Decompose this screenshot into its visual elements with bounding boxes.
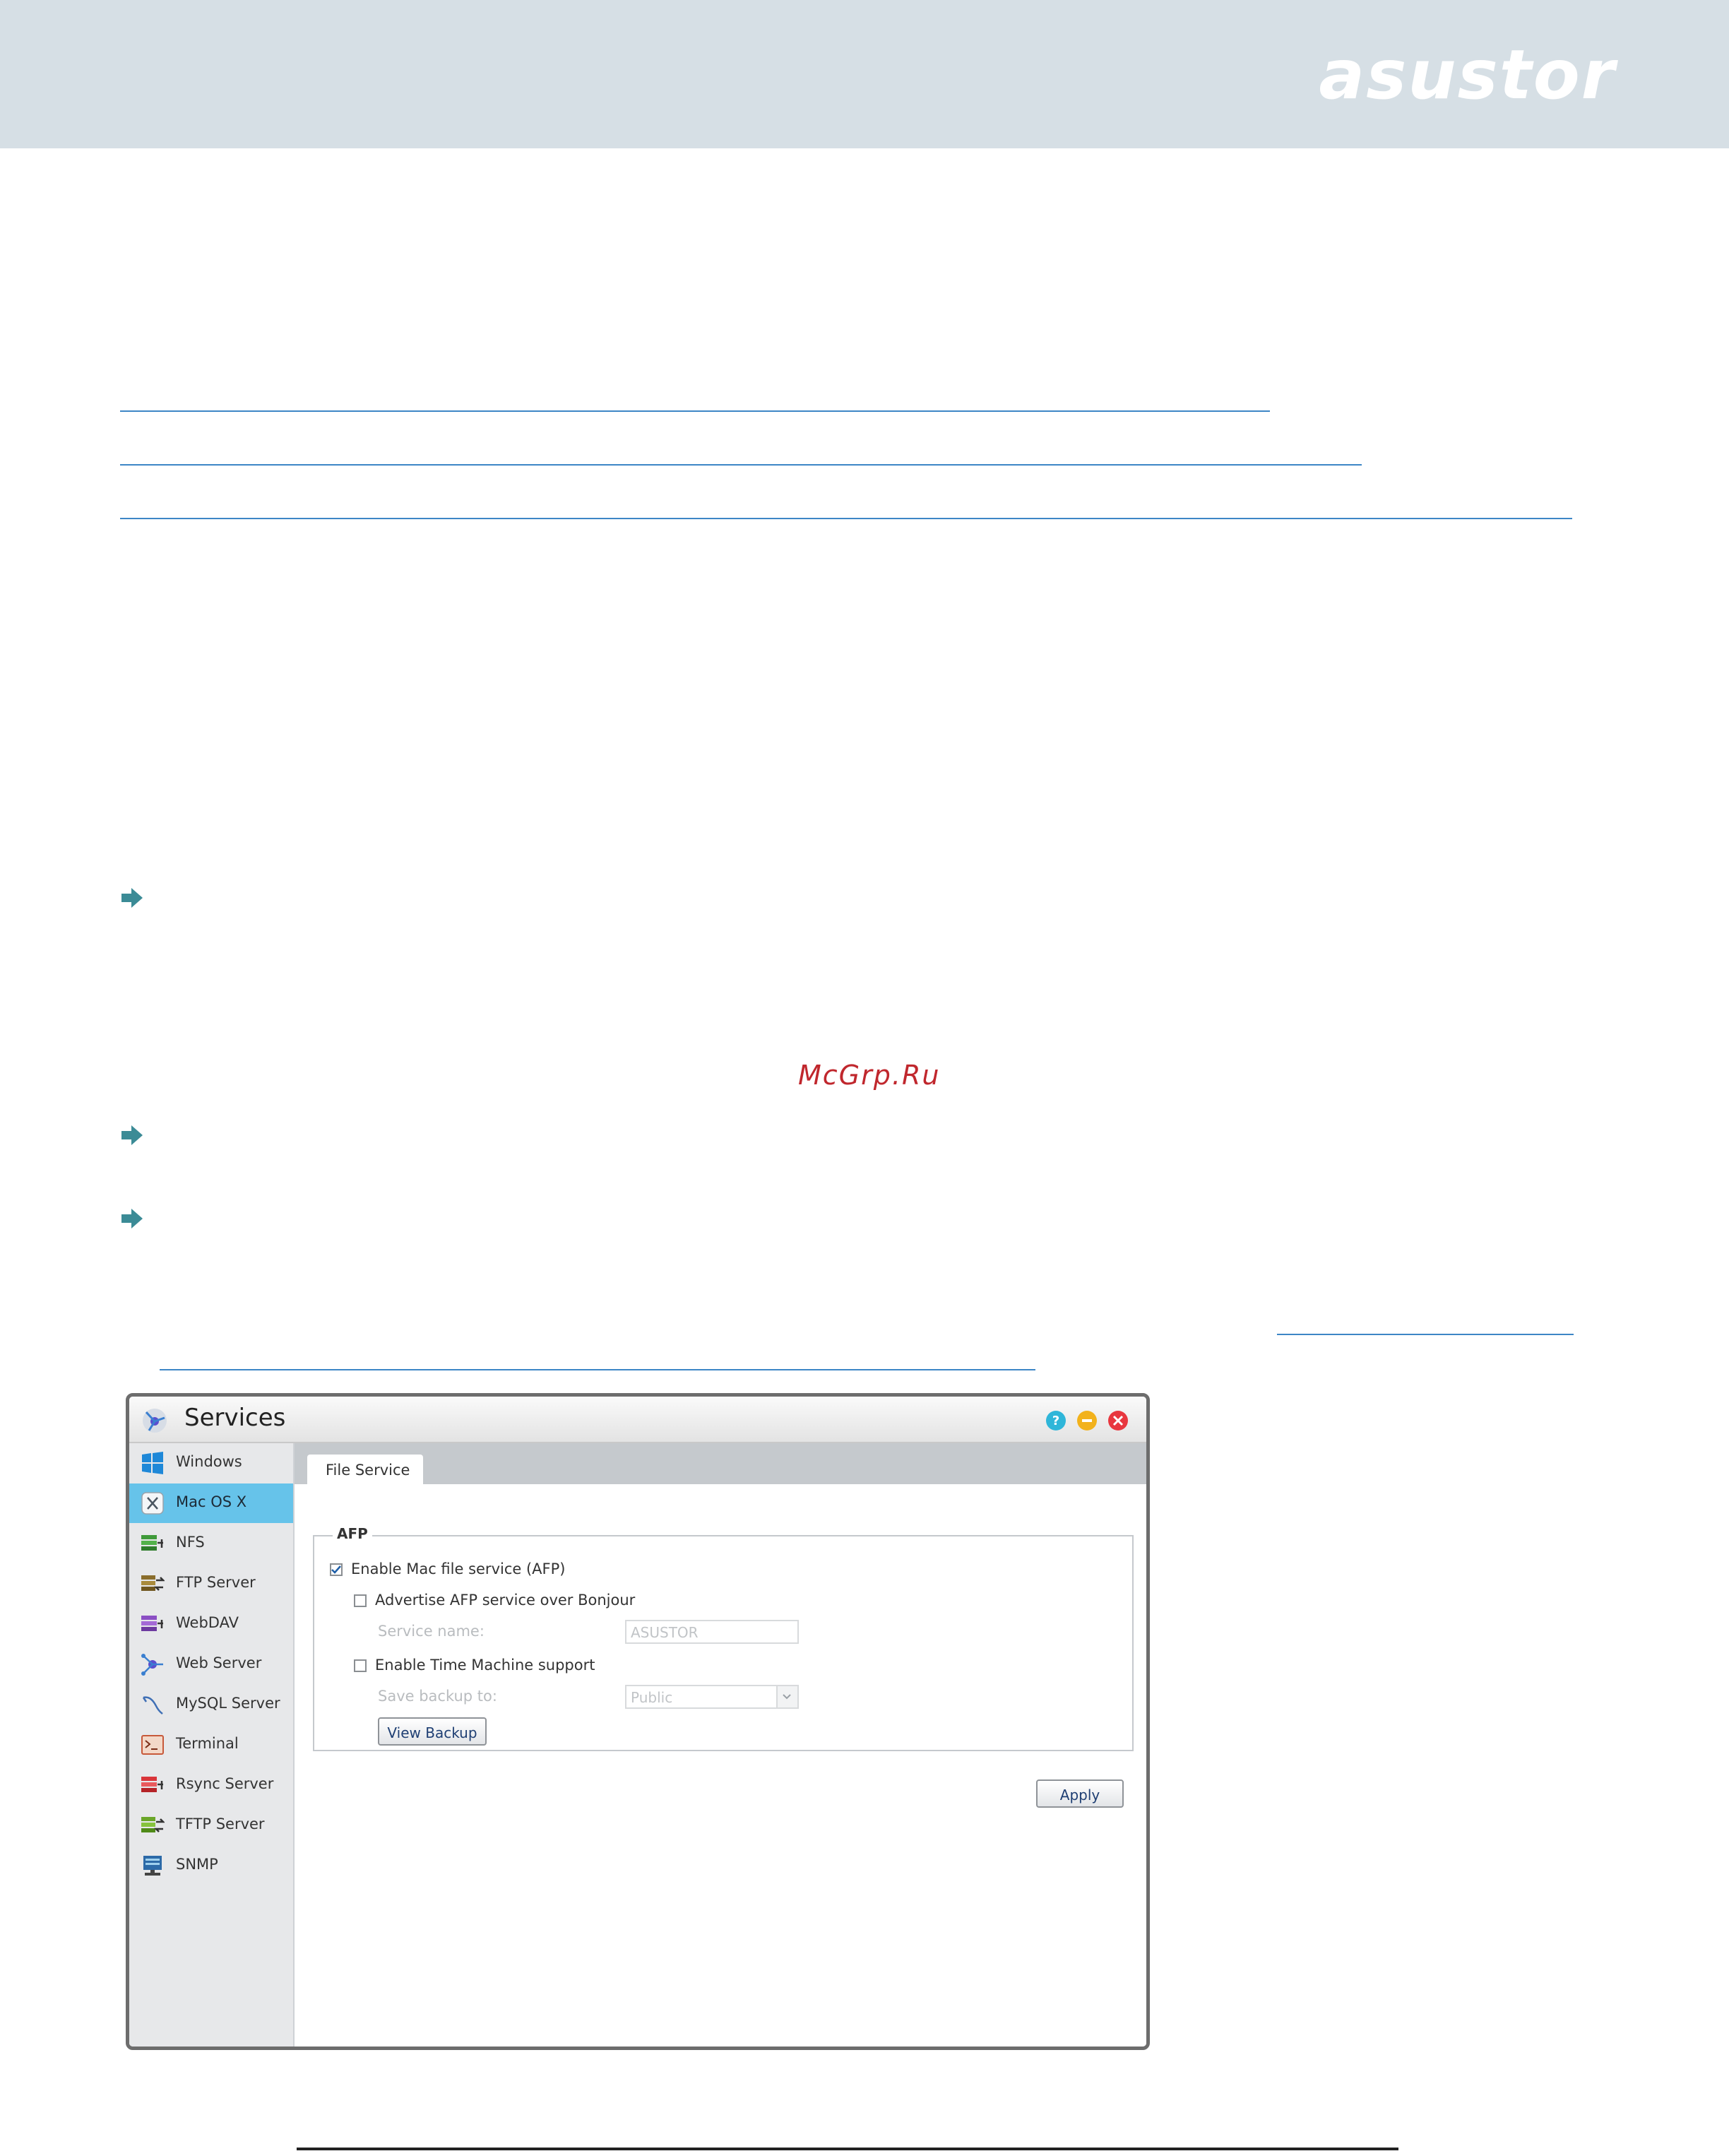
save-backup-label: Save backup to:	[378, 1688, 497, 1705]
sidebar-item-mysql-server[interactable]: MySQL Server	[129, 1685, 293, 1724]
footer-rule	[297, 2148, 1398, 2150]
window-title: Services	[184, 1404, 286, 1432]
apply-button[interactable]: Apply	[1036, 1779, 1124, 1808]
ftp-server-icon	[141, 1575, 165, 1591]
asustor-logo: asustor	[1319, 35, 1616, 114]
underline-link-4[interactable]	[1277, 1334, 1574, 1335]
services-app-icon	[143, 1409, 167, 1433]
help-icon[interactable]: ?	[1046, 1411, 1066, 1431]
save-backup-select[interactable]: Public	[625, 1685, 799, 1709]
web-server-icon	[141, 1654, 163, 1676]
sidebar-item-terminal[interactable]: Terminal	[129, 1725, 293, 1765]
sidebar-item-label: MySQL Server	[176, 1695, 280, 1712]
service-name-label: Service name:	[378, 1623, 485, 1640]
underline-link-2[interactable]	[120, 464, 1362, 466]
sidebar-item-webdav[interactable]: WebDAV	[129, 1604, 293, 1644]
sidebar-item-label: NFS	[176, 1534, 205, 1551]
sidebar-item-label: Terminal	[176, 1735, 239, 1752]
close-icon[interactable]	[1108, 1411, 1128, 1431]
sidebar-item-label: TFTP Server	[176, 1816, 265, 1832]
save-backup-value: Public	[631, 1689, 673, 1706]
window-titlebar[interactable]: Services ?	[129, 1397, 1146, 1443]
view-backup-label: View Backup	[387, 1724, 477, 1741]
sidebar-item-snmp[interactable]: SNMP	[129, 1846, 293, 1885]
sidebar-item-label: Windows	[176, 1453, 242, 1470]
underline-link-5[interactable]	[160, 1369, 1035, 1370]
checkmark-icon	[331, 1565, 341, 1574]
service-name-value: ASUSTOR	[631, 1624, 699, 1641]
services-sidebar: Windows Mac OS X NFS FTP Server WebDAV W…	[129, 1443, 295, 2047]
tftp-server-icon	[141, 1817, 165, 1832]
chevron-down-icon[interactable]	[776, 1686, 797, 1707]
watermark-text: McGrp.Ru	[798, 1060, 941, 1091]
rsync-server-icon	[141, 1777, 163, 1792]
arrow-bullet-icon	[121, 1209, 143, 1228]
advertise-bonjour-label: Advertise AFP service over Bonjour	[375, 1592, 636, 1609]
view-backup-button[interactable]: View Backup	[378, 1717, 487, 1746]
underline-link-1[interactable]	[120, 410, 1270, 412]
sidebar-item-web-server[interactable]: Web Server	[129, 1645, 293, 1684]
mysql-server-icon	[142, 1696, 163, 1714]
sidebar-item-rsync-server[interactable]: Rsync Server	[129, 1765, 293, 1805]
advertise-bonjour-checkbox[interactable]	[354, 1594, 367, 1607]
nfs-icon	[141, 1535, 163, 1551]
page-header: asustor	[0, 0, 1729, 148]
sidebar-item-label: Mac OS X	[176, 1493, 247, 1510]
services-window: Services ? Windows Mac OS X NFS FTP Serv…	[126, 1393, 1150, 2050]
enable-afp-label: Enable Mac file service (AFP)	[351, 1560, 566, 1577]
apply-label: Apply	[1059, 1787, 1100, 1803]
windows-icon	[142, 1452, 163, 1474]
time-machine-label: Enable Time Machine support	[375, 1657, 595, 1674]
arrow-bullet-icon	[121, 888, 143, 908]
sidebar-item-label: FTP Server	[176, 1574, 256, 1591]
terminal-icon	[141, 1735, 164, 1755]
sidebar-item-label: WebDAV	[176, 1614, 239, 1631]
tab-file-service[interactable]: File Service	[307, 1455, 423, 1484]
afp-legend: AFP	[333, 1525, 372, 1542]
sidebar-item-windows[interactable]: Windows	[129, 1443, 293, 1483]
webdav-icon	[141, 1616, 163, 1631]
underline-link-3[interactable]	[120, 518, 1572, 519]
minimize-icon[interactable]	[1077, 1411, 1097, 1431]
enable-afp-checkbox[interactable]	[330, 1563, 343, 1576]
time-machine-checkbox[interactable]	[354, 1659, 367, 1672]
sidebar-item-label: Web Server	[176, 1654, 262, 1671]
sidebar-item-label: SNMP	[176, 1856, 218, 1873]
mac-os-x-icon	[141, 1492, 164, 1515]
sidebar-item-tftp-server[interactable]: TFTP Server	[129, 1806, 293, 1845]
arrow-bullet-icon	[121, 1125, 143, 1145]
service-name-input[interactable]: ASUSTOR	[625, 1620, 799, 1644]
sidebar-item-ftp-server[interactable]: FTP Server	[129, 1564, 293, 1604]
snmp-icon	[143, 1856, 162, 1876]
sidebar-item-nfs[interactable]: NFS	[129, 1524, 293, 1563]
services-content: File Service AFP Enable Mac file service…	[295, 1443, 1146, 2047]
tab-bar: File Service	[295, 1443, 1146, 1484]
sidebar-item-mac-os-x[interactable]: Mac OS X	[129, 1483, 293, 1523]
svg-text:?: ?	[1052, 1414, 1059, 1428]
sidebar-item-label: Rsync Server	[176, 1775, 274, 1792]
tab-label: File Service	[326, 1462, 410, 1479]
